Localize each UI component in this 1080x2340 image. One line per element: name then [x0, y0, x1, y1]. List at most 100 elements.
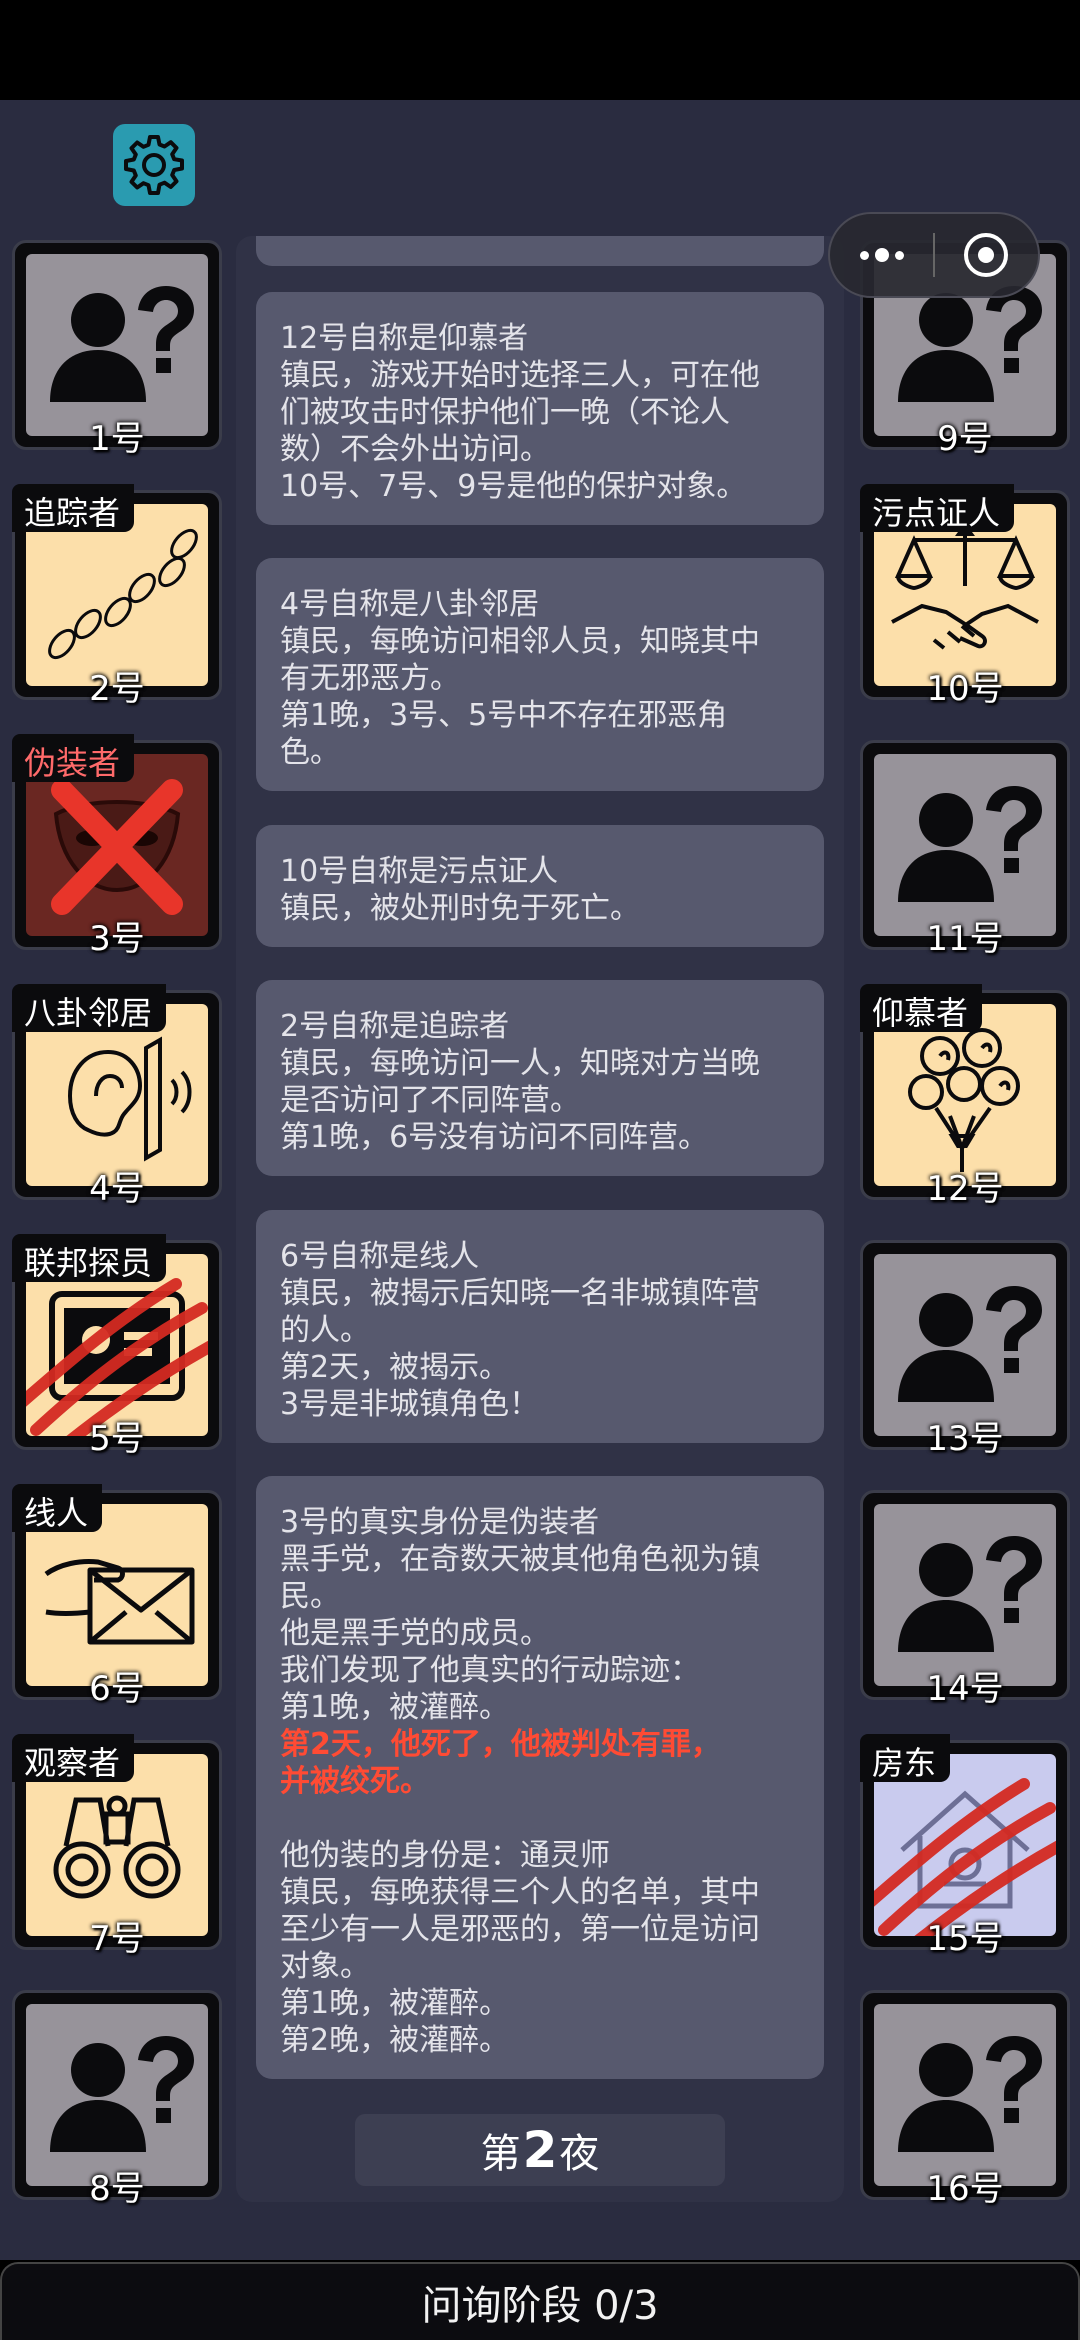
role-label: 追踪者	[12, 484, 135, 532]
seat-portrait	[874, 1254, 1056, 1436]
player-seat-14[interactable]: 14号	[860, 1490, 1070, 1709]
seat-number: 8号	[89, 2169, 145, 2209]
death-notice-line: 并被绞死。	[280, 1764, 430, 1799]
message-line: 12号自称是仰慕者	[280, 321, 529, 356]
seat-number: 3号	[89, 919, 145, 959]
message-line: 他伪装的身份是：通灵师	[280, 1838, 610, 1873]
role-label: 联邦探员	[12, 1234, 167, 1282]
message-line: 第1晚，6号没有访问不同阵营。	[280, 1120, 709, 1155]
message-line: 色。	[280, 735, 340, 770]
status-bar-area	[0, 0, 1080, 100]
night-suffix: 夜	[559, 2131, 600, 2177]
message-card-1: 12号自称是仰慕者 镇民，游戏开始时选择三人，可在他 们被攻击时保护他们一晚（不…	[256, 292, 824, 525]
player-seat-10[interactable]: 10号 污点证人	[860, 484, 1070, 709]
message-line: 第2晚，被灌醉。	[280, 2023, 510, 2058]
role-label: 线人	[12, 1484, 103, 1532]
message-line: 10号、7号、9号是他的保护对象。	[280, 469, 747, 504]
unknown-person-icon	[874, 754, 1056, 936]
seat-number: 2号	[89, 669, 145, 709]
message-card-5: 6号自称是线人 镇民，被揭示后知晓一名非城镇阵营 的人。 第2天，被揭示。 3号…	[256, 1210, 824, 1443]
message-line: 民。	[280, 1579, 340, 1614]
message-line: 第1晚，3号、5号中不存在邪恶角	[280, 698, 728, 733]
player-seat-2[interactable]: 2号 追踪者	[12, 484, 222, 709]
message-line: 6号自称是线人	[280, 1239, 480, 1274]
night-indicator[interactable]: 第2夜	[355, 2114, 725, 2186]
seat-number: 5号	[89, 1419, 145, 1459]
seat-number: 13号	[926, 1419, 1004, 1459]
seat-number: 7号	[89, 1919, 145, 1959]
phase-indicator: 问询阶段 0/3	[0, 2262, 1080, 2340]
night-number: 2	[522, 2121, 558, 2179]
more-dots-icon[interactable]	[830, 248, 933, 262]
player-seat-11[interactable]: 11号	[860, 740, 1070, 959]
seat-number: 10号	[926, 669, 1004, 709]
message-line: 镇民，每晚获得三个人的名单，其中	[280, 1875, 760, 1910]
unknown-person-icon	[874, 1254, 1056, 1436]
seat-number: 11号	[926, 919, 1004, 959]
player-seat-7[interactable]: 7号 观察者	[12, 1734, 222, 1959]
previous-message-edge	[256, 236, 824, 266]
message-line: 他是黑手党的成员。	[280, 1616, 550, 1651]
message-line: 4号自称是八卦邻居	[280, 587, 540, 622]
seat-number: 1号	[89, 419, 145, 459]
role-label: 污点证人	[860, 484, 1015, 532]
seat-number: 15号	[926, 1919, 1004, 1959]
message-line: 黑手党，在奇数天被其他角色视为镇	[280, 1542, 760, 1577]
seat-number: 4号	[89, 1169, 145, 1209]
role-label: 观察者	[12, 1734, 135, 1782]
message-line: 有无邪恶方。	[280, 661, 460, 696]
role-label: 八卦邻居	[12, 984, 167, 1032]
message-card-4: 2号自称是追踪者 镇民，每晚访问一人，知晓对方当晚 是否访问了不同阵营。 第1晚…	[256, 980, 824, 1176]
seat-number: 12号	[926, 1169, 1004, 1209]
unknown-person-icon	[26, 254, 208, 436]
role-label: 伪装者	[12, 734, 135, 782]
seat-portrait	[874, 2004, 1056, 2186]
message-line: 第1晚，被灌醉。	[280, 1986, 510, 2021]
message-line: 2号自称是追踪者	[280, 1009, 510, 1044]
message-line: 对象。	[280, 1949, 370, 1984]
message-line: 镇民，被处刑时免于死亡。	[280, 891, 640, 926]
player-seat-15[interactable]: 15号 房东	[860, 1734, 1070, 1959]
message-card-6: 3号的真实身份是伪装者 黑手党，在奇数天被其他角色视为镇 民。 他是黑手党的成员…	[256, 1476, 824, 2079]
message-line: 3号的真实身份是伪装者	[280, 1505, 600, 1540]
player-seat-8[interactable]: 8号	[12, 1990, 222, 2209]
night-prefix: 第	[480, 2131, 521, 2177]
player-seat-1[interactable]: 1号	[12, 240, 222, 459]
player-seat-16[interactable]: 16号	[860, 1990, 1070, 2209]
message-line: 们被攻击时保护他们一晚（不论人	[280, 395, 730, 430]
message-line: 是否访问了不同阵营。	[280, 1083, 580, 1118]
role-label: 房东	[860, 1734, 951, 1782]
message-line: 镇民，每晚访问一人，知晓对方当晚	[280, 1046, 760, 1081]
message-line: 第2天，被揭示。	[280, 1350, 510, 1385]
settings-button[interactable]	[113, 124, 195, 206]
seat-number: 14号	[926, 1669, 1004, 1709]
message-line: 镇民，游戏开始时选择三人，可在他	[280, 358, 760, 393]
seat-number: 6号	[89, 1669, 145, 1709]
player-seat-4[interactable]: 4号 八卦邻居	[12, 984, 222, 1209]
seat-number: 16号	[926, 2169, 1004, 2209]
seat-number: 9号	[937, 419, 993, 459]
message-card-3: 10号自称是污点证人 镇民，被处刑时免于死亡。	[256, 825, 824, 947]
message-card-2: 4号自称是八卦邻居 镇民，每晚访问相邻人员，知晓其中 有无邪恶方。 第1晚，3号…	[256, 558, 824, 791]
player-seat-13[interactable]: 13号	[860, 1240, 1070, 1459]
player-seat-3[interactable]: 3号 伪装者	[12, 734, 222, 959]
player-seat-5[interactable]: 5号 联邦探员	[12, 1234, 222, 1459]
player-seat-12[interactable]: 12号 仰慕者	[860, 984, 1070, 1209]
role-label: 仰慕者	[860, 984, 983, 1032]
message-line: 镇民，每晚访问相邻人员，知晓其中	[280, 624, 760, 659]
player-seat-6[interactable]: 6号 线人	[12, 1484, 222, 1709]
message-line: 的人。	[280, 1313, 370, 1348]
seat-portrait	[26, 2004, 208, 2186]
unknown-person-icon	[874, 1504, 1056, 1686]
seat-portrait	[874, 1504, 1056, 1686]
close-target-icon[interactable]	[935, 233, 1038, 277]
message-line: 数）不会外出访问。	[280, 432, 550, 467]
message-line: 我们发现了他真实的行动踪迹：	[280, 1653, 700, 1688]
seat-portrait	[874, 754, 1056, 936]
message-line: 10号自称是污点证人	[280, 854, 559, 889]
death-notice-line: 第2天，他死了，他被判处有罪，	[280, 1727, 721, 1762]
gear-icon	[124, 135, 184, 195]
message-line: 第1晚，被灌醉。	[280, 1690, 510, 1725]
unknown-person-icon	[26, 2004, 208, 2186]
